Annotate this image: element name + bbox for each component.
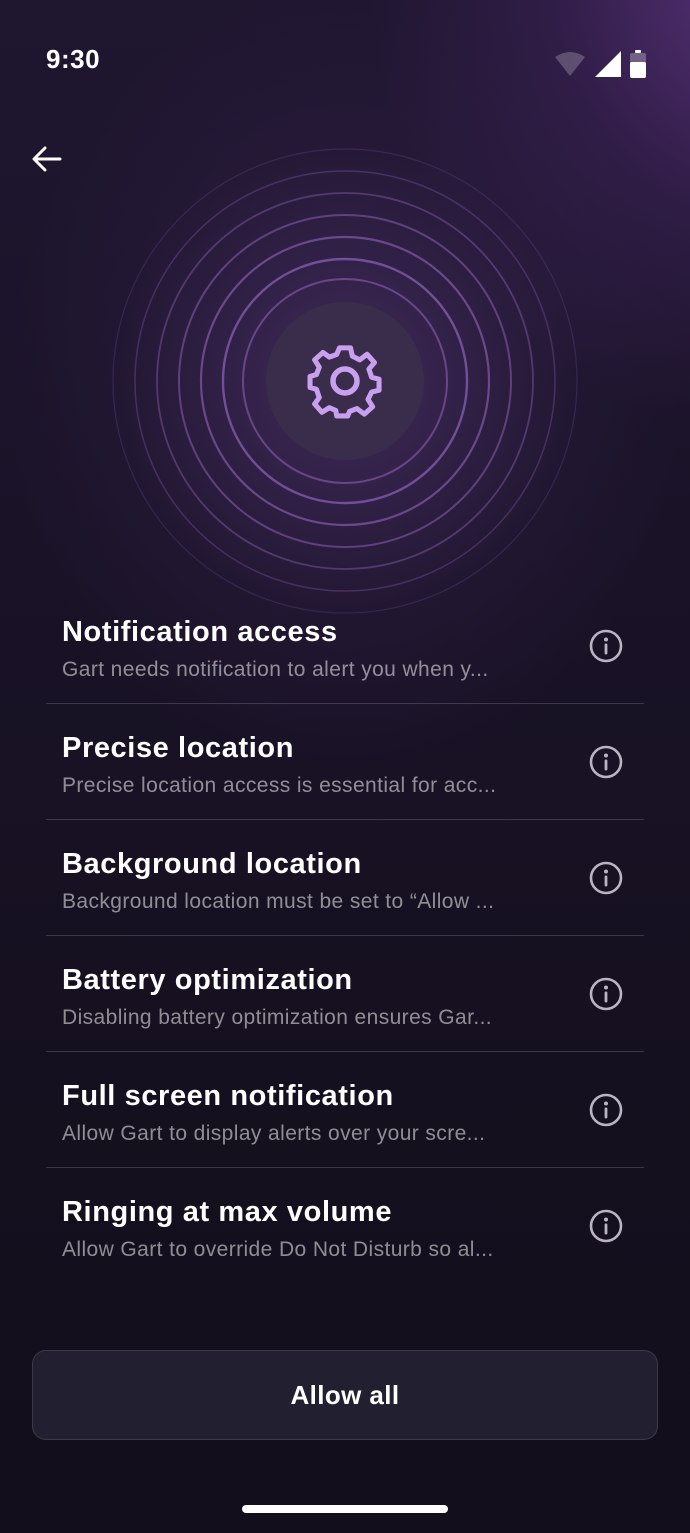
permission-item-notification-access[interactable]: Notification access Gart needs notificat… [46, 588, 644, 704]
permission-description: Background location must be set to “Allo… [62, 890, 495, 913]
allow-all-button[interactable]: Allow all [32, 1350, 658, 1440]
info-icon [589, 1209, 623, 1248]
info-icon [589, 745, 623, 784]
permission-description: Allow Gart to override Do Not Disturb so… [62, 1238, 494, 1261]
info-button[interactable] [588, 977, 624, 1016]
permission-description: Precise location access is essential for… [62, 774, 497, 797]
status-icons [554, 48, 646, 80]
permission-title: Ringing at max volume [62, 1196, 393, 1228]
permission-title: Precise location [62, 732, 295, 764]
home-indicator[interactable] [242, 1505, 448, 1513]
permission-title: Full screen notification [62, 1080, 394, 1112]
info-icon [589, 629, 623, 668]
info-icon [589, 1093, 623, 1132]
info-button[interactable] [588, 745, 624, 784]
info-button[interactable] [588, 629, 624, 668]
permission-title: Battery optimization [62, 964, 353, 996]
permission-item-battery-optimization[interactable]: Battery optimization Disabling battery o… [46, 936, 644, 1052]
permission-item-background-location[interactable]: Background location Background location … [46, 820, 644, 936]
arrow-left-icon [32, 146, 62, 177]
permission-description: Allow Gart to display alerts over your s… [62, 1122, 486, 1145]
permission-item-full-screen-notification[interactable]: Full screen notification Allow Gart to d… [46, 1052, 644, 1168]
back-button[interactable] [26, 140, 68, 182]
info-icon [589, 977, 623, 1016]
permission-title: Background location [62, 848, 362, 880]
info-button[interactable] [588, 861, 624, 900]
permission-item-precise-location[interactable]: Precise location Precise location access… [46, 704, 644, 820]
wifi-icon [554, 51, 586, 77]
cellular-signal-icon [594, 50, 622, 78]
status-time: 9:30 [46, 44, 101, 74]
battery-icon [630, 50, 646, 78]
info-icon [589, 861, 623, 900]
permission-item-ringing-max-volume[interactable]: Ringing at max volume Allow Gart to over… [46, 1168, 644, 1284]
info-button[interactable] [588, 1209, 624, 1248]
hero-illustration [110, 146, 580, 616]
permission-list: Notification access Gart needs notificat… [46, 588, 644, 1284]
permission-description: Disabling battery optimization ensures G… [62, 1006, 493, 1029]
permission-title: Notification access [62, 616, 338, 648]
gear-icon [305, 341, 385, 421]
info-button[interactable] [588, 1093, 624, 1132]
status-bar: 9:30 [0, 0, 690, 110]
permission-description: Gart needs notification to alert you whe… [62, 658, 489, 681]
